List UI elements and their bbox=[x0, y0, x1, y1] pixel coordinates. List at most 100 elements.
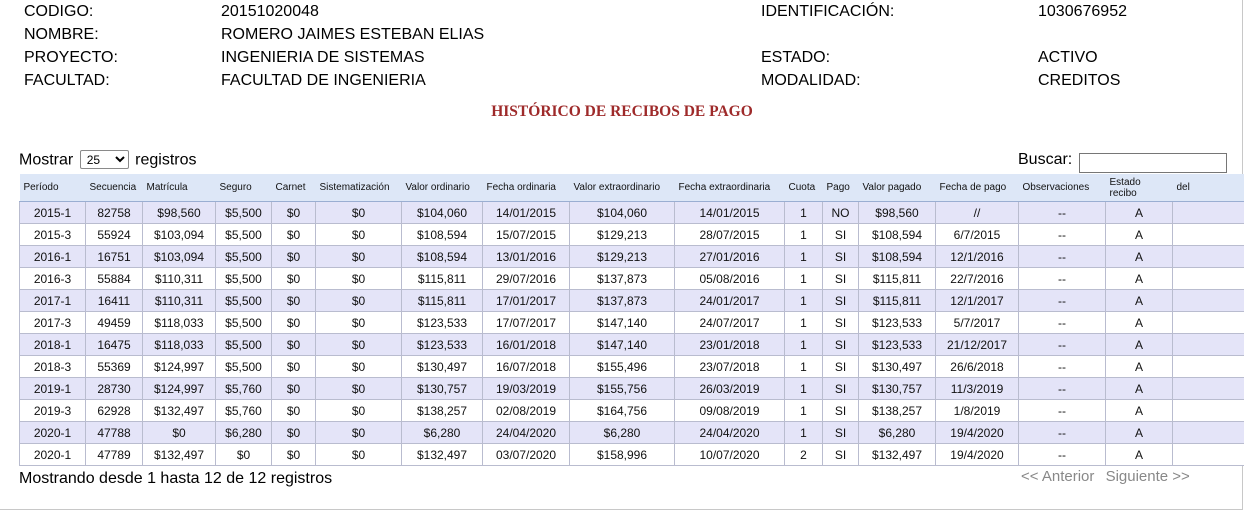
table-cell bbox=[1172, 333, 1244, 356]
table-cell: $104,060 bbox=[569, 201, 675, 224]
table-cell: 26/6/2018 bbox=[935, 355, 1019, 378]
table-cell: $137,873 bbox=[569, 267, 675, 290]
table-header-row: Período Secuencia Matrícula Seguro Carnet Sis… bbox=[19, 174, 1244, 202]
table-cell: NO bbox=[822, 201, 859, 224]
table-cell: $103,094 bbox=[142, 245, 216, 268]
table-cell: $0 bbox=[271, 267, 316, 290]
table-cell: 29/07/2016 bbox=[482, 267, 570, 290]
table-cell: $5,500 bbox=[215, 201, 272, 224]
table-cell: A bbox=[1105, 245, 1173, 268]
table-info: Mostrando desde 1 hasta 12 de 12 registr… bbox=[19, 470, 333, 487]
table-cell: $0 bbox=[271, 289, 316, 312]
pagination: << Anterior Siguiente >> bbox=[1021, 468, 1190, 485]
next-page-button[interactable]: Siguiente >> bbox=[1106, 468, 1190, 485]
table-cell: 82758 bbox=[85, 201, 143, 224]
column-header[interactable]: del bbox=[1172, 174, 1244, 202]
table-cell bbox=[1172, 245, 1244, 268]
table-cell: $155,756 bbox=[569, 377, 675, 400]
table-cell: SI bbox=[822, 399, 859, 422]
column-header[interactable]: Fecha de pago bbox=[935, 174, 1019, 202]
column-header[interactable]: Fecha ordinaria bbox=[482, 174, 570, 202]
table-cell: 12/1/2017 bbox=[935, 289, 1019, 312]
table-cell: $123,533 bbox=[858, 311, 936, 334]
column-header[interactable]: Pago bbox=[822, 174, 859, 202]
table-cell: 11/3/2019 bbox=[935, 377, 1019, 400]
table-cell: $104,060 bbox=[401, 201, 483, 224]
table-cell: 1 bbox=[784, 333, 823, 356]
identificacion-value: 1030676952 bbox=[1038, 3, 1127, 20]
table-cell: $132,497 bbox=[401, 443, 483, 466]
table-cell: 1 bbox=[784, 267, 823, 290]
column-header[interactable]: Secuencia bbox=[85, 174, 143, 202]
table-cell: 1 bbox=[784, 223, 823, 246]
table-cell: 2015-1 bbox=[19, 201, 86, 224]
column-header[interactable]: Carnet bbox=[271, 174, 316, 202]
table-cell: -- bbox=[1018, 245, 1106, 268]
table-cell: $5,500 bbox=[215, 223, 272, 246]
table-cell: $5,500 bbox=[215, 245, 272, 268]
table-cell: $6,280 bbox=[569, 421, 675, 444]
table-cell: 1/8/2019 bbox=[935, 399, 1019, 422]
table-cell: SI bbox=[822, 245, 859, 268]
table-body: 2015-1 82758 $98,560 $5,500 $0 $0 $104,060 14/0… bbox=[19, 201, 1244, 466]
column-header[interactable]: Fecha extraordinaria bbox=[674, 174, 785, 202]
receipts-table: Período Secuencia Matrícula Seguro Carnet Sis… bbox=[19, 174, 1244, 466]
column-header[interactable]: Valor pagado bbox=[858, 174, 936, 202]
table-cell: 6/7/2015 bbox=[935, 223, 1019, 246]
table-cell: $129,213 bbox=[569, 223, 675, 246]
column-header[interactable]: Valor extraordinario bbox=[569, 174, 675, 202]
table-cell: 28730 bbox=[85, 377, 143, 400]
table-cell: $0 bbox=[271, 223, 316, 246]
codigo-value: 20151020048 bbox=[221, 3, 319, 20]
table-cell: $124,997 bbox=[142, 355, 216, 378]
table-cell: $0 bbox=[315, 333, 402, 356]
table-cell: 22/7/2016 bbox=[935, 267, 1019, 290]
page-length-control: Mostrar 25 registros bbox=[19, 150, 197, 170]
column-header[interactable]: Matrícula bbox=[142, 174, 216, 202]
table-cell: 15/07/2015 bbox=[482, 223, 570, 246]
table-cell: A bbox=[1105, 267, 1173, 290]
modalidad-value: CREDITOS bbox=[1038, 72, 1121, 89]
table-cell: $5,500 bbox=[215, 267, 272, 290]
table-cell: $0 bbox=[315, 377, 402, 400]
column-header[interactable]: Período bbox=[19, 174, 86, 202]
page-title: HISTÓRICO DE RECIBOS DE PAGO bbox=[491, 103, 753, 120]
column-header[interactable]: Seguro bbox=[215, 174, 272, 202]
table-cell: $164,756 bbox=[569, 399, 675, 422]
search-input[interactable] bbox=[1078, 152, 1227, 173]
page-length-select[interactable]: 25 bbox=[79, 150, 129, 169]
table-cell: SI bbox=[822, 333, 859, 356]
estado-label: ESTADO: bbox=[761, 49, 831, 66]
column-header[interactable]: Observaciones bbox=[1018, 174, 1106, 202]
table-cell: -- bbox=[1018, 223, 1106, 246]
table-cell: 26/03/2019 bbox=[674, 377, 785, 400]
table-cell: $130,757 bbox=[858, 377, 936, 400]
column-header[interactable]: Valor ordinario bbox=[401, 174, 483, 202]
facultad-label: FACULTAD: bbox=[24, 72, 110, 89]
previous-page-button[interactable]: << Anterior bbox=[1021, 468, 1094, 485]
search-control: Buscar: bbox=[1018, 151, 1227, 173]
table-cell: $0 bbox=[271, 333, 316, 356]
table-cell: 27/01/2016 bbox=[674, 245, 785, 268]
column-header[interactable]: Cuota bbox=[784, 174, 823, 202]
table-cell: -- bbox=[1018, 377, 1106, 400]
table-cell: A bbox=[1105, 333, 1173, 356]
table-cell: $0 bbox=[271, 421, 316, 444]
table-cell: $110,311 bbox=[142, 289, 216, 312]
table-cell: SI bbox=[822, 289, 859, 312]
table-cell bbox=[1172, 377, 1244, 400]
info-row-facultad: FACULTAD: FACULTAD DE INGENIERIA MODALID… bbox=[24, 69, 1224, 92]
table-cell: 13/01/2016 bbox=[482, 245, 570, 268]
table-cell: $0 bbox=[215, 443, 272, 466]
table-cell: 19/4/2020 bbox=[935, 443, 1019, 466]
table-cell: 19/03/2019 bbox=[482, 377, 570, 400]
column-header[interactable]: Sistematización bbox=[315, 174, 402, 202]
table-cell: 24/01/2017 bbox=[674, 289, 785, 312]
table-cell: $0 bbox=[315, 355, 402, 378]
table-cell bbox=[1172, 355, 1244, 378]
table-cell: $6,280 bbox=[858, 421, 936, 444]
table-cell: 16751 bbox=[85, 245, 143, 268]
table-cell: 2015-3 bbox=[19, 223, 86, 246]
table-row: 2018-1 16475 $118,033 $5,500 $0 $0 $123,533 16/… bbox=[19, 333, 1244, 356]
column-header[interactable]: Estado recibo bbox=[1105, 174, 1173, 202]
